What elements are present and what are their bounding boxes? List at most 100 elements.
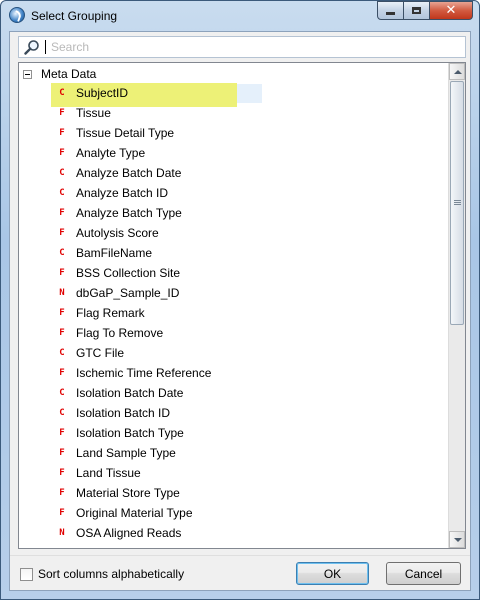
tree-item[interactable]: N OSA Aligned Reads <box>19 523 449 543</box>
field-type-icon: C <box>59 88 65 98</box>
tree-item-label: Tissue Detail Type <box>76 126 175 140</box>
scroll-thumb[interactable] <box>450 81 464 325</box>
window-title: Select Grouping <box>31 9 118 23</box>
tree-item[interactable]: F Original Material Type <box>19 503 449 523</box>
footer-divider <box>10 555 470 556</box>
tree-item[interactable]: C BamFileName <box>19 243 449 263</box>
tree-item[interactable]: F Material Store Type <box>19 483 449 503</box>
tree-item-label: dbGaP_Sample_ID <box>76 286 180 300</box>
vertical-scrollbar[interactable] <box>448 63 465 548</box>
sort-alphabetically-label[interactable]: Sort columns alphabetically <box>38 567 184 581</box>
minimize-button[interactable] <box>377 1 404 20</box>
search-input[interactable] <box>51 38 456 56</box>
tree-item-label: BSS Collection Site <box>76 266 181 280</box>
magnifier-icon <box>24 40 39 55</box>
tree-item[interactable]: NdbGaP_Sample_ID <box>19 283 449 303</box>
tree-item-label: Analyze Batch Type <box>76 206 182 220</box>
field-type-icon: C <box>59 348 65 358</box>
tree-item[interactable]: C GTC File <box>19 343 449 363</box>
field-type-icon: C <box>59 168 65 178</box>
title-bar[interactable]: Select Grouping ✕ <box>1 1 479 31</box>
tree-item[interactable]: C Isolation Batch Date <box>19 383 449 403</box>
arrow-down-icon <box>454 538 462 542</box>
close-icon: ✕ <box>445 3 457 18</box>
scroll-down-button[interactable] <box>449 531 465 548</box>
sort-alphabetically-checkbox[interactable] <box>20 568 33 581</box>
arrow-up-icon <box>454 70 462 74</box>
field-type-icon: C <box>59 188 65 198</box>
minimize-icon <box>386 12 395 15</box>
tree-item-label: Ischemic Time Reference <box>76 366 212 380</box>
tree-items: C SubjectID F Tissue F Tissue Detail Type F Ana… <box>19 83 449 543</box>
tree-item[interactable]: F Ischemic Time Reference <box>19 363 449 383</box>
field-type-icon: F <box>59 428 65 438</box>
tree-item-label: Analyze Batch Date <box>76 166 182 180</box>
tree-item-label: GTC File <box>76 346 124 360</box>
tree-item[interactable]: F Tissue <box>19 103 449 123</box>
field-type-icon: F <box>59 268 65 278</box>
tree-item[interactable]: F Isolation Batch Type <box>19 423 449 443</box>
tree-item-label: Land Tissue <box>76 466 141 480</box>
ok-button[interactable]: OK <box>296 562 369 585</box>
field-type-icon: N <box>59 528 65 538</box>
tree-item[interactable]: F Analyte Type <box>19 143 449 163</box>
tree-item-label: Isolation Batch Type <box>76 426 184 440</box>
field-type-icon: F <box>59 108 65 118</box>
tree-item-label: BamFileName <box>76 246 153 260</box>
close-button[interactable]: ✕ <box>430 1 473 20</box>
tree-item[interactable]: C Analyze Batch Date <box>19 163 449 183</box>
tree-item-label: Flag To Remove <box>76 326 164 340</box>
tree-item[interactable]: F Land Tissue <box>19 463 449 483</box>
tree-root-meta-data[interactable]: Meta Data <box>23 65 96 83</box>
grip-icon <box>454 200 461 201</box>
tree-item[interactable]: F Analyze Batch Type <box>19 203 449 223</box>
tree-item[interactable]: F Flag To Remove <box>19 323 449 343</box>
tree-item-label: Original Material Type <box>76 506 193 520</box>
field-type-icon: F <box>59 368 65 378</box>
tree-item[interactable]: C Analyze Batch ID <box>19 183 449 203</box>
tree-item-label: Land Sample Type <box>76 446 176 460</box>
tree-item[interactable]: F Flag Remark <box>19 303 449 323</box>
field-type-icon: F <box>59 308 65 318</box>
field-type-icon: F <box>59 128 65 138</box>
tree-item-label: Isolation Batch ID <box>76 406 171 420</box>
tree-item[interactable]: C Isolation Batch ID <box>19 403 449 423</box>
field-type-icon: F <box>59 148 65 158</box>
cancel-button[interactable]: Cancel <box>386 562 461 585</box>
text-caret <box>45 40 46 54</box>
tree-item-label: Autolysis Score <box>76 226 159 240</box>
field-type-icon: F <box>59 468 65 478</box>
field-type-icon: C <box>59 388 65 398</box>
tree-item[interactable]: F Autolysis Score <box>19 223 449 243</box>
field-type-icon: F <box>59 208 65 218</box>
field-type-icon: N <box>59 288 65 298</box>
tree-item-label: SubjectID <box>76 86 129 100</box>
tree-root-label: Meta Data <box>41 67 97 81</box>
field-type-icon: F <box>59 508 65 518</box>
tree-item[interactable]: F BSS Collection Site <box>19 263 449 283</box>
field-type-icon: F <box>59 328 65 338</box>
grouping-tree[interactable]: Meta Data C SubjectID F Tissue F Tissue Detai… <box>18 62 466 549</box>
tree-item-label: Isolation Batch Date <box>76 386 184 400</box>
scroll-up-button[interactable] <box>449 63 465 80</box>
field-type-icon: F <box>59 228 65 238</box>
tree-item-label: Analyze Batch ID <box>76 186 169 200</box>
app-logo-icon <box>9 7 25 23</box>
tree-item[interactable]: F Tissue Detail Type <box>19 123 449 143</box>
dialog-window: Select Grouping ✕ Meta Data <box>0 0 480 600</box>
tree-item-label: Flag Remark <box>76 306 145 320</box>
search-box[interactable] <box>18 36 466 58</box>
tree-item-label: Tissue <box>76 106 111 120</box>
field-type-icon: F <box>59 488 65 498</box>
tree-item[interactable]: F Land Sample Type <box>19 443 449 463</box>
field-type-icon: C <box>59 248 65 258</box>
tree-item-label: Material Store Type <box>76 486 180 500</box>
tree-item[interactable]: C SubjectID <box>19 83 449 107</box>
collapse-minus-icon[interactable] <box>23 69 32 79</box>
maximize-button[interactable] <box>404 1 430 20</box>
field-type-icon: F <box>59 448 65 458</box>
caption-buttons: ✕ <box>377 1 473 21</box>
selection-highlight-faint <box>237 84 262 103</box>
tree-item-label: OSA Aligned Reads <box>76 526 182 540</box>
maximize-icon <box>412 7 421 14</box>
